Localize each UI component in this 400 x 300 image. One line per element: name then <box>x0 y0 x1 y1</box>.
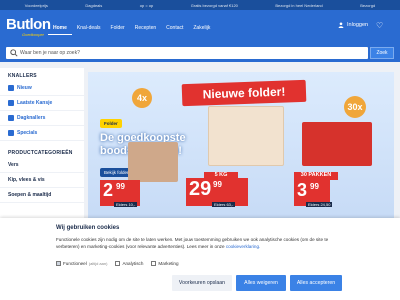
cookie-option-marketing[interactable]: Marketing <box>151 261 179 266</box>
usp-item: Dagdeals <box>85 2 103 8</box>
was-price: Elders 10,- <box>114 202 138 207</box>
save-preferences-button[interactable]: Voorkeuren opslaan <box>172 275 232 291</box>
categories-heading: PRODUCTCATEGORIEËN <box>8 150 73 156</box>
usp-item: Bezorgd in heel Nederland <box>275 2 323 8</box>
usp-item: Bezorgd <box>360 2 376 8</box>
usp-bar: Voordeelprijs Dagdeals op = op Gratis be… <box>0 0 400 10</box>
header: Butlon Goedkooper Home Knal-deals Folder… <box>0 10 400 44</box>
sidebar-item-nieuw[interactable]: Nieuw <box>0 81 84 96</box>
search-input[interactable] <box>6 47 368 59</box>
search-button[interactable]: Zoek <box>370 47 394 59</box>
calendar-icon <box>8 115 14 121</box>
product-image-box <box>208 106 284 166</box>
sidebar-item-label: Specials <box>17 130 38 136</box>
cookie-text: Functionele cookies zijn nodig om de sit… <box>56 236 346 250</box>
sidebar-item-label: Nieuw <box>17 85 32 91</box>
product-image-noodles <box>302 122 372 166</box>
user-icon <box>338 22 344 28</box>
tag-icon <box>8 85 14 91</box>
sidebar-item-vers[interactable]: Vers <box>0 158 84 173</box>
option-label: Analytisch <box>122 261 144 266</box>
logo-subtext: Goedkooper <box>22 32 45 37</box>
sidebar-item-dagknallers[interactable]: Dagknallers <box>0 111 84 126</box>
was-price: Elders 24,50 <box>306 202 333 207</box>
logo[interactable]: Butlon Goedkooper <box>6 16 51 38</box>
cookie-options: Functioneel (altijd aan) Analytisch Mark… <box>56 261 179 266</box>
login-button[interactable]: Inloggen <box>338 22 368 28</box>
folder-badge: Folder <box>100 119 122 128</box>
nav-knal-deals[interactable]: Knal-deals <box>72 22 106 35</box>
usp-item: op = op <box>139 2 154 8</box>
nav-folder[interactable]: Folder <box>106 22 130 35</box>
promo-banner[interactable]: 4x 30x Nieuwe folder! Folder De goedkoop… <box>88 72 394 218</box>
cookie-banner: Wij gebruiken cookies Functionele cookie… <box>0 218 400 300</box>
checkbox-marketing[interactable] <box>151 261 157 266</box>
sidebar-item-soepen[interactable]: Soepen & maaltijd <box>0 188 84 203</box>
heart-icon[interactable]: ♡ <box>376 21 383 30</box>
cookie-option-functional: Functioneel (altijd aan) <box>56 261 107 266</box>
cookie-policy-link[interactable]: cookieverklaring. <box>226 244 260 249</box>
price-integer: 3 <box>297 180 308 200</box>
option-note: (altijd aan) <box>88 261 108 266</box>
product-label: 30 PAKKEN <box>294 172 338 180</box>
price-integer: 2 <box>103 180 114 200</box>
sidebar-item-specials[interactable]: Specials <box>0 126 84 141</box>
price-integer: 29 <box>189 178 212 200</box>
deny-all-button[interactable]: Alles weigeren <box>236 275 286 291</box>
price-decimals: 99 <box>116 182 125 191</box>
search-bar: Zoek <box>0 44 400 62</box>
main-nav: Home Knal-deals Folder Recepten Contact … <box>48 22 215 35</box>
nav-contact[interactable]: Contact <box>161 22 188 35</box>
checkbox-analytics[interactable] <box>115 261 121 266</box>
bubble-4x: 4x <box>132 88 152 108</box>
search-icon <box>10 49 18 57</box>
login-label: Inloggen <box>347 22 369 28</box>
product-image-chicken <box>128 142 178 182</box>
usp-item: Voordeelprijs <box>24 2 48 8</box>
cookie-body: Functionele cookies zijn nodig om de sit… <box>56 237 329 249</box>
price-decimals: 99 <box>310 182 319 191</box>
checkbox-functional <box>56 261 61 266</box>
price-decimals: 99 <box>213 180 222 189</box>
cookie-title: Wij gebruiken cookies <box>56 225 120 231</box>
accept-all-button[interactable]: Alles accepteren <box>290 275 342 291</box>
nav-recepten[interactable]: Recepten <box>130 22 161 35</box>
usp-item: Gratis bezorgd vanaf €120 <box>190 2 238 8</box>
bubble-30x: 30x <box>344 96 366 118</box>
option-label: Functioneel <box>63 261 87 266</box>
sidebar-item-laatste-kansje[interactable]: Laatste Kansje <box>0 96 84 111</box>
star-icon <box>8 130 14 136</box>
logo-text: Butlon <box>6 16 51 33</box>
knallers-heading: KNALLERS <box>8 73 37 79</box>
nav-home[interactable]: Home <box>48 22 72 35</box>
sidebar-item-label: Laatste Kansje <box>17 100 53 106</box>
nav-zakelijk[interactable]: Zakelijk <box>188 22 215 35</box>
sidebar-item-kip-vlees-vis[interactable]: Kip, vlees & vis <box>0 173 84 188</box>
sidebar-item-label: Dagknallers <box>17 115 46 121</box>
sidebar: KNALLERS Nieuw Laatste Kansje Dagknaller… <box>0 68 84 218</box>
was-price: Elders 63,- <box>212 202 236 207</box>
cookie-option-analytics[interactable]: Analytisch <box>115 261 143 266</box>
option-label: Marketing <box>158 261 179 266</box>
clock-icon <box>8 100 14 106</box>
banner-title: Nieuwe folder! <box>181 79 307 107</box>
